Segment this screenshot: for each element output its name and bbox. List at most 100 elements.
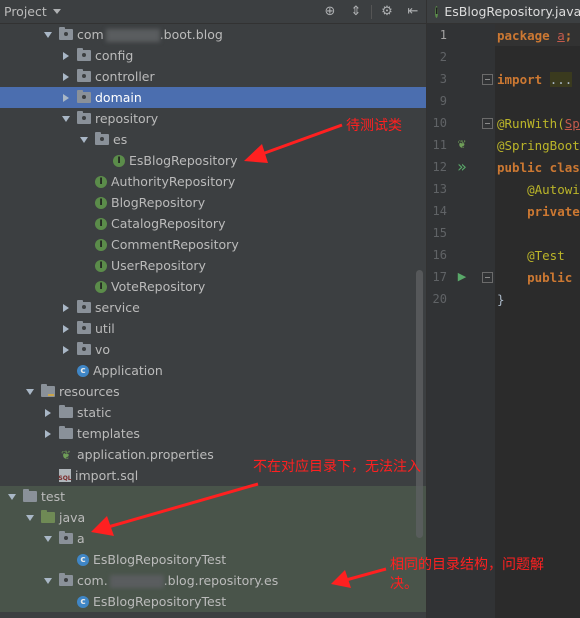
expanded-arrow-icon[interactable] (24, 386, 36, 398)
expanded-arrow-icon[interactable] (24, 512, 36, 524)
expanded-arrow-icon[interactable] (42, 575, 54, 587)
tree-item[interactable]: static (0, 402, 426, 423)
package-folder-icon (77, 111, 91, 124)
package-folder-icon (77, 48, 91, 61)
code-line: public class (497, 160, 580, 175)
icon-glyph (41, 384, 55, 397)
line-number: 14 (432, 204, 447, 218)
project-view-title[interactable]: Project (0, 4, 47, 19)
expanded-arrow-icon[interactable] (6, 491, 18, 503)
line-number: 15 (432, 226, 447, 240)
fold-toggle-icon[interactable] (482, 74, 493, 85)
tree-item[interactable]: controller (0, 66, 426, 87)
collapsed-arrow-icon[interactable] (60, 323, 72, 335)
collapsed-arrow-icon[interactable] (42, 407, 54, 419)
tree-item-label: templates (77, 426, 140, 441)
collapsed-arrow-icon[interactable] (60, 92, 72, 104)
tree-item[interactable]: vo (0, 339, 426, 360)
tree-item[interactable]: service (0, 297, 426, 318)
icon-glyph (59, 426, 73, 439)
tree-item[interactable]: config (0, 45, 426, 66)
code-token: ... (549, 72, 573, 87)
tree-item[interactable]: com .boot.blog (0, 24, 426, 45)
target-icon[interactable]: ⊕ (317, 0, 343, 23)
expanded-arrow-icon[interactable] (60, 113, 72, 125)
tree-item-label: controller (95, 69, 155, 84)
spring-bean-icon[interactable]: ❦ (455, 137, 469, 151)
line-number: 17 (432, 270, 447, 284)
tree-item[interactable]: test (0, 486, 426, 507)
tree-item[interactable]: c EsBlogRepositoryTest (0, 549, 426, 570)
line-number: 2 (439, 50, 447, 64)
collapsed-arrow-icon[interactable] (60, 50, 72, 62)
tree-item-label: VoteRepository (111, 279, 206, 294)
line-number: 10 (432, 116, 447, 130)
collapsed-arrow-icon[interactable] (60, 302, 72, 314)
tree-item[interactable]: I AuthorityRepository (0, 171, 426, 192)
icon-glyph (59, 573, 73, 586)
tree-item[interactable]: I UserRepository (0, 255, 426, 276)
code-line: import ... (497, 72, 573, 87)
code-token: @Test (497, 248, 565, 263)
tree-scrollbar[interactable] (416, 270, 423, 538)
source-root-folder-icon (41, 510, 55, 523)
hide-icon[interactable]: ⇤ (400, 0, 426, 23)
expanded-arrow-icon[interactable] (42, 533, 54, 545)
editor-tab[interactable]: I EsBlogRepository.java (427, 0, 580, 24)
code-line: package a; (497, 28, 572, 43)
code-token: Spr (564, 116, 580, 131)
collapsed-arrow-icon[interactable] (60, 344, 72, 356)
tree-item[interactable]: templates (0, 423, 426, 444)
fold-toggle-icon[interactable] (482, 118, 493, 129)
expanded-arrow-icon[interactable] (42, 29, 54, 41)
expanded-arrow-icon[interactable] (78, 134, 90, 146)
fold-toggle-icon[interactable] (482, 272, 493, 283)
icon-glyph: I (95, 238, 107, 251)
tree-item[interactable]: a (0, 528, 426, 549)
tree-item[interactable]: util (0, 318, 426, 339)
tree-item[interactable]: I EsBlogRepository (0, 150, 426, 171)
icon-glyph (41, 510, 55, 523)
tree-item[interactable]: com. .blog.repository.es (0, 570, 426, 591)
label-end: .blog.repository.es (163, 573, 279, 588)
tree-item-label: config (95, 48, 134, 63)
interface-icon: I (95, 217, 107, 230)
collapsed-arrow-icon[interactable] (60, 71, 72, 83)
package-folder-icon (95, 132, 109, 145)
tree-item[interactable]: domain (0, 87, 426, 108)
editor-gutter: 1 2 3 9 10 11 ❦ 12» 13 14 15 16 17 ▶ 20 (427, 24, 495, 618)
package-folder-icon (77, 300, 91, 313)
tree-item[interactable]: I CommentRepository (0, 234, 426, 255)
tree-item[interactable]: I CatalogRepository (0, 213, 426, 234)
spring-properties-icon: ❦ (59, 448, 73, 462)
tree-item-label: service (95, 300, 140, 315)
view-selector-chevron-down-icon[interactable] (52, 9, 61, 14)
tree-item[interactable]: I BlogRepository (0, 192, 426, 213)
code-token: package (497, 28, 558, 43)
icon-glyph (77, 342, 91, 355)
tree-item[interactable]: java (0, 507, 426, 528)
code-token: @SpringBootT (497, 138, 580, 153)
tree-item-label: repository (95, 111, 159, 126)
project-panel-header: Project ⊕ ⇕ ⚙ ⇤ (0, 0, 426, 24)
line-number: 11 (432, 138, 447, 152)
line-number: 3 (439, 72, 447, 86)
icon-glyph (77, 69, 91, 82)
gear-icon[interactable]: ⚙ (374, 0, 400, 23)
run-test-icon[interactable]: ▶ (455, 269, 469, 283)
tree-item-label: BlogRepository (111, 195, 206, 210)
interface-icon: I (95, 259, 107, 272)
tree-item[interactable]: resources (0, 381, 426, 402)
tree-item[interactable]: c EsBlogRepositoryTest (0, 591, 426, 612)
icon-glyph (23, 489, 37, 502)
tree-item[interactable]: c Application (0, 360, 426, 381)
collapsed-arrow-icon[interactable] (42, 428, 54, 440)
code-token: @Autowir (497, 182, 580, 197)
tree-item[interactable]: I VoteRepository (0, 276, 426, 297)
spring-class-icon: c (77, 364, 89, 377)
run-tests-icon[interactable]: » (455, 157, 469, 176)
collapse-all-icon[interactable]: ⇕ (343, 0, 369, 23)
tree-item-label: static (77, 405, 112, 420)
icon-glyph (77, 111, 91, 124)
tree-item-label: vo (95, 342, 111, 357)
